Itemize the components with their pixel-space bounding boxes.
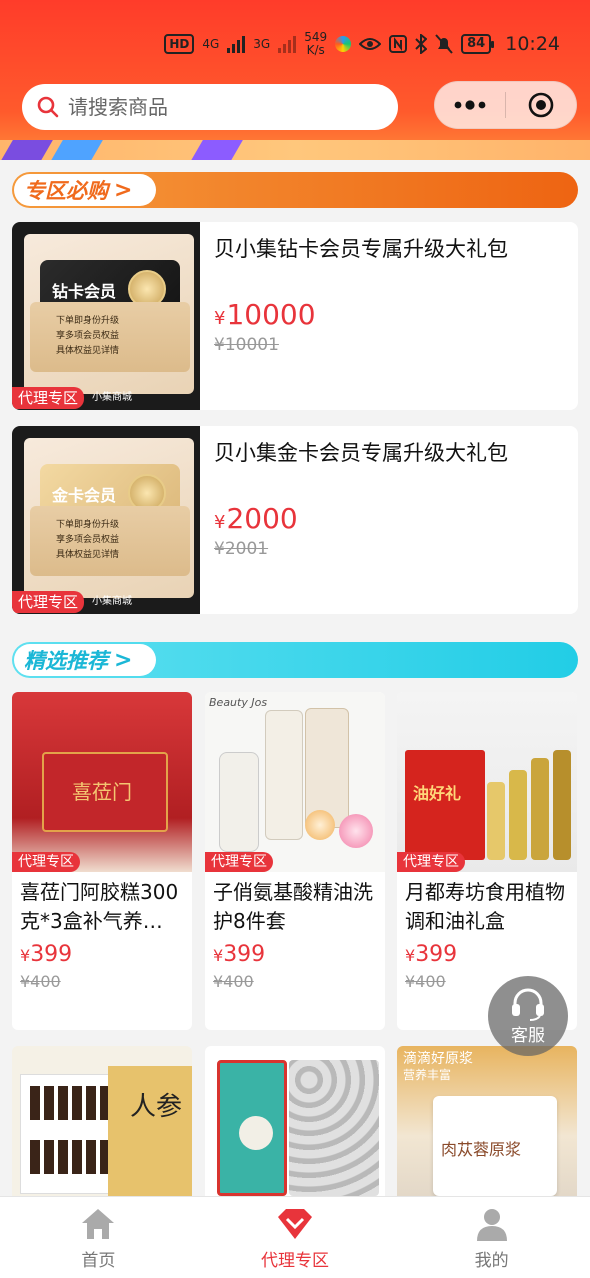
diamond-icon bbox=[278, 1209, 312, 1239]
product-price: ¥399 bbox=[213, 942, 266, 967]
product-price: ¥2000 bbox=[214, 502, 298, 535]
product-image[interactable] bbox=[205, 1046, 385, 1196]
target-close-icon bbox=[528, 92, 554, 118]
user-icon bbox=[476, 1209, 507, 1241]
product-name: 月都寿坊食用植物调和油礼盒 bbox=[405, 880, 565, 933]
more-button[interactable] bbox=[435, 81, 505, 129]
agent-zone-badge: 代理专区 bbox=[12, 852, 80, 872]
product-image[interactable]: 人参 bbox=[12, 1046, 192, 1196]
home-icon bbox=[82, 1209, 115, 1239]
zone-product-card[interactable]: 金卡会员 下单即身份升级 享多项会员权益 具体权益见详情 小集商城 代理专区 贝… bbox=[12, 426, 578, 614]
signal-weak-icon bbox=[278, 35, 297, 53]
close-miniapp-button[interactable] bbox=[506, 81, 576, 129]
headset-icon bbox=[512, 988, 544, 1021]
product-card[interactable]: 油好礼 代理专区 月都寿坊食用植物调和油礼盒 ¥399 ¥400 bbox=[397, 692, 577, 1030]
original-price: ¥400 bbox=[213, 972, 254, 991]
clock: 10:24 bbox=[505, 33, 560, 55]
net-speed: 549 K/s bbox=[304, 30, 328, 57]
product-price: ¥399 bbox=[20, 942, 73, 967]
zone-product-card[interactable]: 钻卡会员 下单即身份升级 享多项会员权益 具体权益见详情 小集商城 代理专区 贝… bbox=[12, 222, 578, 410]
more-dots-icon bbox=[454, 100, 486, 110]
featured-section-header: 精选推荐 > bbox=[12, 642, 578, 678]
product-image[interactable]: 滴滴好原浆 营养丰富 肉苁蓉原浆 bbox=[397, 1046, 577, 1196]
product-price: ¥399 bbox=[405, 942, 458, 967]
original-price: ¥10001 bbox=[214, 335, 279, 355]
agent-zone-badge: 代理专区 bbox=[12, 387, 85, 409]
eye-icon bbox=[359, 38, 382, 50]
tab-mine[interactable]: 我的 bbox=[393, 1197, 590, 1278]
zone-section-tag[interactable]: 专区必购 > bbox=[14, 174, 157, 206]
product-card[interactable]: Beauty Jos 代理专区 子俏氨基酸精油洗护8件套 ¥399 ¥400 bbox=[205, 692, 385, 1030]
original-price: ¥400 bbox=[20, 972, 61, 991]
original-price: ¥400 bbox=[405, 972, 446, 991]
product-name: 贝小集金卡会员专属升级大礼包 bbox=[214, 441, 508, 465]
hd-indicator: HD bbox=[164, 34, 195, 54]
agent-zone-badge: 代理专区 bbox=[205, 852, 273, 872]
nfc-icon bbox=[389, 35, 408, 53]
app-color-icon bbox=[335, 36, 352, 52]
agent-zone-badge: 代理专区 bbox=[12, 591, 85, 613]
search-icon bbox=[37, 96, 59, 118]
bluetooth-icon bbox=[415, 34, 428, 54]
network-3g: 3G bbox=[253, 36, 271, 51]
product-card[interactable]: 喜莅门 代理专区 喜莅门阿胶糕300克*3盒补气养… ¥399 ¥400 bbox=[12, 692, 192, 1030]
product-image: 钻卡会员 下单即身份升级 享多项会员权益 具体权益见详情 小集商城 代理专区 bbox=[12, 222, 200, 410]
tab-agent-zone[interactable]: 代理专区 bbox=[197, 1197, 394, 1278]
product-price: ¥10000 bbox=[214, 298, 316, 331]
product-image: 金卡会员 下单即身份升级 享多项会员权益 具体权益见详情 小集商城 代理专区 bbox=[12, 426, 200, 614]
chevron-right-icon: > bbox=[114, 177, 133, 203]
product-name: 喜莅门阿胶糕300克*3盒补气养… bbox=[20, 880, 179, 933]
tab-home[interactable]: 首页 bbox=[0, 1197, 197, 1278]
miniapp-capsule bbox=[434, 81, 577, 129]
benefit-lines: 下单即身份升级 享多项会员权益 具体权益见详情 bbox=[56, 316, 120, 356]
original-price: ¥2001 bbox=[214, 539, 269, 559]
bottom-tab-bar: 首页 代理专区 我的 bbox=[0, 1196, 590, 1278]
mute-icon bbox=[435, 34, 453, 54]
product-name: 贝小集钻卡会员专属升级大礼包 bbox=[214, 237, 508, 261]
product-image: Beauty Jos bbox=[205, 692, 385, 872]
benefit-lines: 下单即身份升级 享多项会员权益 具体权益见详情 bbox=[56, 520, 120, 560]
zone-section-header: 专区必购 > bbox=[12, 172, 578, 208]
product-image: 油好礼 bbox=[397, 692, 577, 872]
search-bar[interactable] bbox=[22, 84, 398, 130]
chevron-right-icon: > bbox=[114, 647, 133, 673]
network-4g: 4G bbox=[202, 36, 220, 51]
product-image: 喜莅门 bbox=[12, 692, 192, 872]
signal-icon bbox=[227, 35, 246, 53]
battery-icon: 84 bbox=[461, 34, 495, 54]
agent-zone-badge: 代理专区 bbox=[397, 852, 465, 872]
header: HD 4G 3G 549 K/s 84 10:24 bbox=[0, 0, 590, 160]
featured-section-tag[interactable]: 精选推荐 > bbox=[14, 644, 157, 676]
customer-service-button[interactable]: 客服 bbox=[488, 976, 568, 1056]
product-name: 子俏氨基酸精油洗护8件套 bbox=[213, 880, 373, 933]
banner-edge bbox=[0, 140, 590, 160]
search-input[interactable] bbox=[68, 95, 368, 119]
status-bar: HD 4G 3G 549 K/s 84 10:24 bbox=[0, 24, 590, 64]
